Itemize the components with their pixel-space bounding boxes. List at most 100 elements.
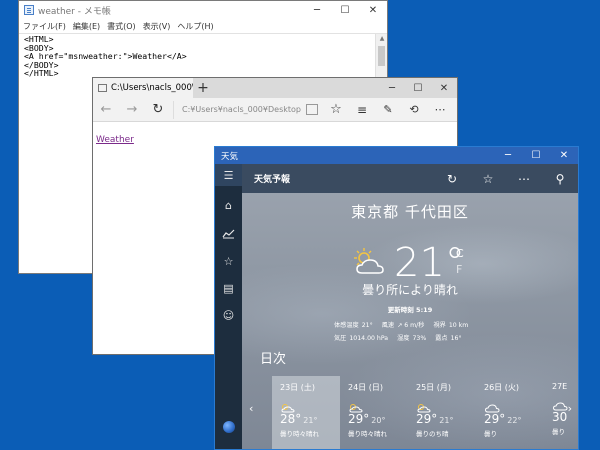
cloud-icon bbox=[484, 398, 544, 413]
forecast-day[interactable]: 24日 (日) 29° 20° 曇り時々晴れ bbox=[340, 376, 408, 449]
weather-titlebar[interactable]: 天気 ─ ☐ ✕ bbox=[215, 147, 578, 164]
forecast-condition: 曇り bbox=[484, 430, 497, 438]
menu-edit[interactable]: 編集(E) bbox=[73, 19, 100, 33]
detail-value: 16° bbox=[450, 335, 462, 342]
settings-gear-icon[interactable]: ⚙ bbox=[215, 442, 242, 450]
menu-file[interactable]: ファイル(F) bbox=[23, 19, 66, 33]
unit-toggle: C F bbox=[456, 246, 464, 278]
back-icon[interactable]: ← bbox=[93, 98, 119, 122]
location-name: 東京都 千代田区 bbox=[351, 203, 469, 221]
forecast-day[interactable]: 26日 (火) 29° 22° 曇り bbox=[476, 376, 544, 449]
home-icon[interactable]: ⌂ bbox=[215, 194, 242, 216]
fahrenheit-button[interactable]: F bbox=[456, 262, 464, 278]
text-line: </BODY> bbox=[24, 59, 59, 70]
current-temperature: 21° bbox=[394, 240, 465, 286]
detail-value: 21° bbox=[361, 322, 373, 329]
forecast-low: 22° bbox=[507, 416, 522, 425]
hamburger-menu-icon[interactable]: ☰ bbox=[215, 164, 242, 186]
forecast-high: 29° bbox=[348, 412, 370, 426]
edge-tabbar: C:\Users\nacls_000\Deskt + ─ ☐ ✕ bbox=[93, 78, 457, 98]
favorite-star-icon[interactable]: ☆ bbox=[470, 172, 506, 186]
celsius-button[interactable]: C bbox=[456, 246, 464, 262]
news-icon[interactable]: ▤ bbox=[215, 277, 242, 299]
forecast-day[interactable]: 25日 (月) 29° 21° 曇りのち晴 bbox=[408, 376, 476, 449]
feedback-icon[interactable]: ☺ bbox=[215, 304, 242, 326]
partly-sunny-icon bbox=[416, 398, 476, 413]
detail-label: 風速 bbox=[381, 322, 395, 329]
close-button[interactable]: ✕ bbox=[359, 1, 387, 19]
web-note-icon[interactable]: ✎ bbox=[375, 98, 401, 122]
detail-value: 73% bbox=[412, 335, 427, 342]
scroll-up-icon[interactable]: ▲ bbox=[376, 34, 387, 44]
forecast-date: 26日 (火) bbox=[484, 383, 519, 392]
weather-link[interactable]: Weather bbox=[96, 135, 134, 145]
detail-value: 10 km bbox=[448, 322, 469, 329]
forecast-low: 21° bbox=[303, 416, 318, 425]
new-tab-button[interactable]: + bbox=[193, 78, 213, 98]
partly-sunny-icon bbox=[348, 398, 408, 413]
minimize-button[interactable]: ─ bbox=[379, 78, 405, 98]
tab-title: C:\Users\nacls_000\Deskt bbox=[111, 83, 193, 93]
edge-tab[interactable]: C:\Users\nacls_000\Deskt bbox=[93, 78, 193, 98]
weather-window-title: 天気 bbox=[221, 151, 239, 162]
detail-row: 気圧 1014.00 hPa 湿度 73% 露点 16° bbox=[334, 332, 524, 345]
chevron-left-icon[interactable]: ‹ bbox=[249, 402, 253, 415]
refresh-icon[interactable]: ↻ bbox=[434, 172, 470, 186]
edge-navbar: ← → ↻ C:¥Users¥nacls_000¥Desktop¥we ☆ ≡ … bbox=[93, 98, 457, 122]
forecast-day[interactable]: 23日 (土) 28° 21° 曇り時々晴れ bbox=[272, 376, 340, 449]
updated-time: 更新時刻 5:19 bbox=[387, 306, 433, 314]
forecast-date: 23日 (土) bbox=[280, 383, 315, 392]
close-button[interactable]: ✕ bbox=[550, 147, 578, 164]
detail-label: 気圧 bbox=[334, 335, 347, 342]
daily-forecast: 23日 (土) 28° 21° 曇り時々晴れ 24日 (日) 29° 20° 曇り時… bbox=[272, 376, 578, 449]
daily-section-title: 日次 bbox=[260, 352, 287, 367]
globe-icon[interactable] bbox=[215, 416, 242, 438]
forecast-condition: 曇り bbox=[552, 428, 565, 436]
share-icon[interactable]: ⟲ bbox=[401, 98, 427, 122]
scrollbar-thumb[interactable] bbox=[378, 46, 385, 66]
menu-help[interactable]: ヘルプ(H) bbox=[177, 19, 213, 33]
hub-icon[interactable]: ≡ bbox=[349, 98, 375, 122]
maps-icon[interactable] bbox=[215, 222, 242, 244]
maximize-button[interactable]: ☐ bbox=[405, 78, 431, 98]
forecast-low: 21° bbox=[439, 416, 454, 425]
minimize-button[interactable]: ─ bbox=[494, 147, 522, 164]
favorites-icon[interactable]: ☆ bbox=[215, 250, 242, 272]
detail-label: 露点 bbox=[435, 335, 448, 342]
app-title: 天気予報 bbox=[254, 175, 291, 185]
condition-text: 曇り所により晴れ bbox=[362, 283, 458, 297]
partly-sunny-icon bbox=[354, 248, 384, 274]
forecast-day[interactable]: 27E 30 曇り bbox=[544, 376, 578, 449]
address-bar[interactable]: C:¥Users¥nacls_000¥Desktop¥we bbox=[173, 100, 301, 119]
app-header: 天気予報 ↻ ☆ ⋯ ⚲ bbox=[242, 164, 578, 193]
detail-label: 視界 bbox=[433, 322, 446, 329]
forecast-high: 29° bbox=[416, 412, 438, 426]
forecast-condition: 曇り時々晴れ bbox=[280, 430, 319, 438]
menu-format[interactable]: 書式(O) bbox=[107, 19, 136, 33]
menu-view[interactable]: 表示(V) bbox=[143, 19, 171, 33]
detail-row: 体感温度 21° 風速 ↗ 6 m/秒 視界 10 km bbox=[334, 319, 524, 332]
minimize-button[interactable]: ─ bbox=[303, 1, 331, 19]
page-icon bbox=[98, 84, 107, 92]
forecast-date: 24日 (日) bbox=[348, 383, 383, 392]
detail-label: 体感温度 bbox=[334, 322, 359, 329]
detail-label: 湿度 bbox=[397, 335, 410, 342]
maximize-button[interactable]: ☐ bbox=[522, 147, 550, 164]
search-icon[interactable]: ⚲ bbox=[542, 172, 578, 186]
notepad-titlebar[interactable]: weather - メモ帳 ─ ☐ ✕ bbox=[19, 1, 387, 19]
forecast-high: 28° bbox=[280, 412, 302, 426]
close-button[interactable]: ✕ bbox=[431, 78, 457, 98]
forward-icon[interactable]: → bbox=[119, 98, 145, 122]
more-icon[interactable]: ⋯ bbox=[506, 172, 542, 186]
maximize-button[interactable]: ☐ bbox=[331, 1, 359, 19]
more-icon[interactable]: ⋯ bbox=[427, 98, 453, 122]
forecast-date: 25日 (月) bbox=[416, 383, 451, 392]
notepad-title: weather - メモ帳 bbox=[38, 6, 111, 17]
reading-view-icon[interactable] bbox=[306, 104, 318, 115]
text-line: <HTML> bbox=[24, 34, 54, 44]
refresh-icon[interactable]: ↻ bbox=[145, 98, 171, 122]
favorite-star-icon[interactable]: ☆ bbox=[323, 98, 349, 122]
weather-details: 体感温度 21° 風速 ↗ 6 m/秒 視界 10 km 気圧 1014.00 hPa … bbox=[334, 319, 524, 345]
partly-sunny-icon bbox=[280, 398, 340, 413]
cloud-icon bbox=[552, 396, 578, 411]
